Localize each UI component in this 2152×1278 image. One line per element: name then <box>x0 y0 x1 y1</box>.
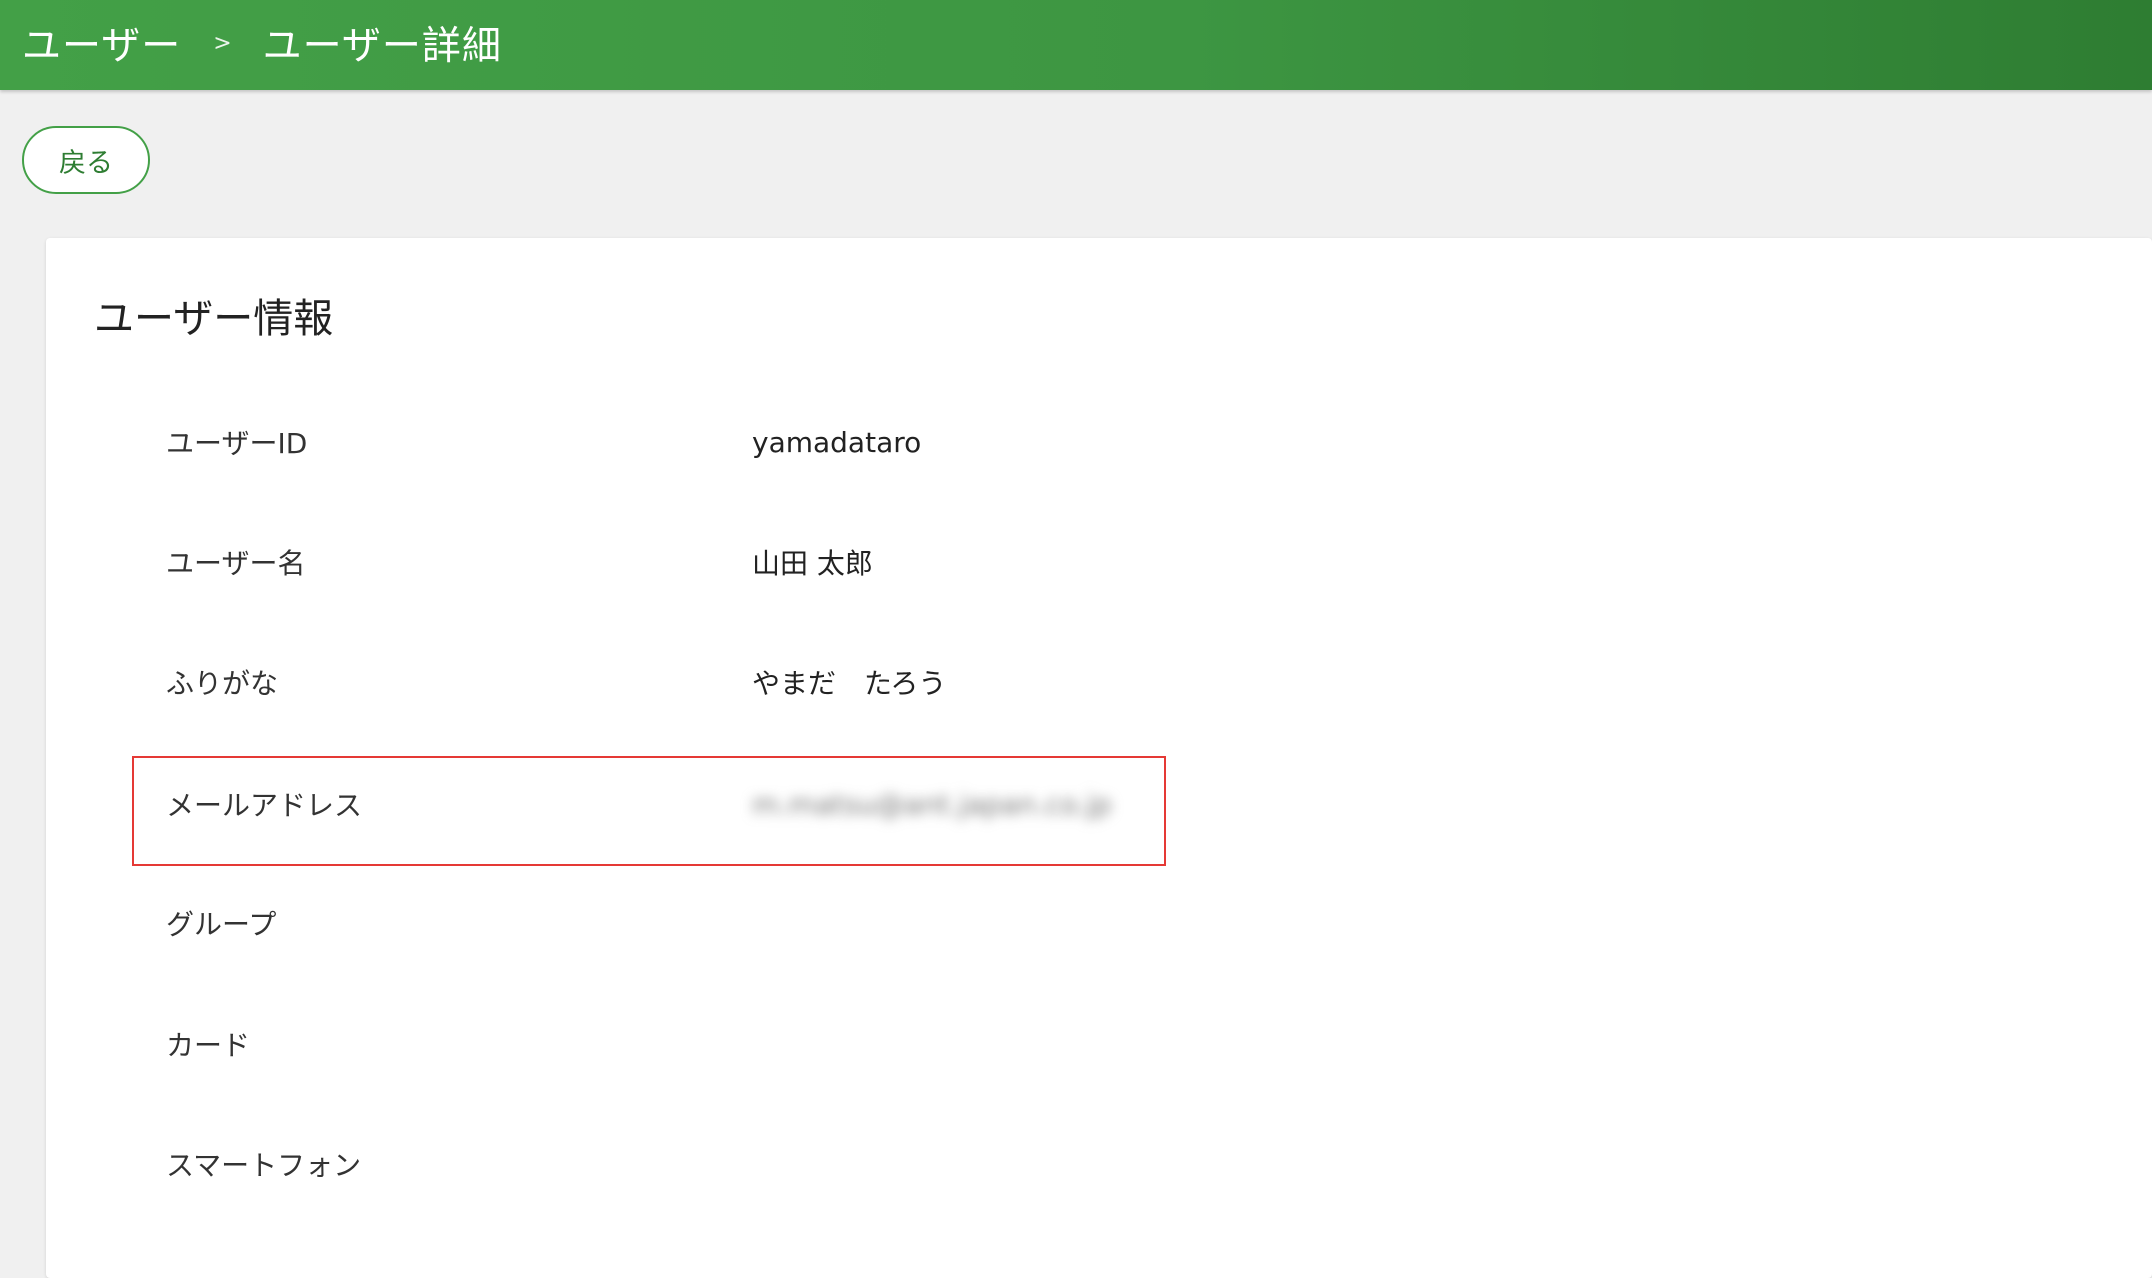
card-title: ユーザー情報 <box>94 296 334 342</box>
field-value: 山田 太郎 <box>752 547 873 580</box>
field-label: グループ <box>166 908 277 941</box>
field-row-card: カード <box>166 1014 1166 1074</box>
field-value: やまだ たろう <box>752 667 947 700</box>
field-row-smartphone: スマートフォン <box>166 1134 1166 1194</box>
field-value: yamadataro <box>752 425 922 459</box>
breadcrumb: ユーザー > ユーザー詳細 <box>22 0 502 86</box>
field-row-group: グループ <box>166 893 1166 953</box>
field-row-furigana: ふりがな やまだ たろう <box>166 652 1166 712</box>
field-label: スマートフォン <box>166 1149 362 1182</box>
field-row-user-id: ユーザーID yamadataro <box>166 412 1166 472</box>
field-label: ユーザー名 <box>166 547 306 580</box>
breadcrumb-item-user-detail: ユーザー詳細 <box>262 24 502 69</box>
field-row-user-name: ユーザー名 山田 太郎 <box>166 532 1166 592</box>
back-button[interactable]: 戻る <box>22 126 150 194</box>
field-label: ふりがな <box>166 667 279 700</box>
user-info-card: ユーザー情報 ユーザーID yamadataro ユーザー名 山田 太郎 ふりが… <box>46 238 2152 1278</box>
breadcrumb-item-users[interactable]: ユーザー <box>22 15 181 71</box>
email-highlight-box <box>132 756 1166 866</box>
field-label: ユーザーID <box>166 427 308 460</box>
app-header: ユーザー > ユーザー詳細 <box>0 0 2152 90</box>
breadcrumb-separator: > <box>213 30 233 56</box>
field-label: カード <box>166 1029 251 1062</box>
